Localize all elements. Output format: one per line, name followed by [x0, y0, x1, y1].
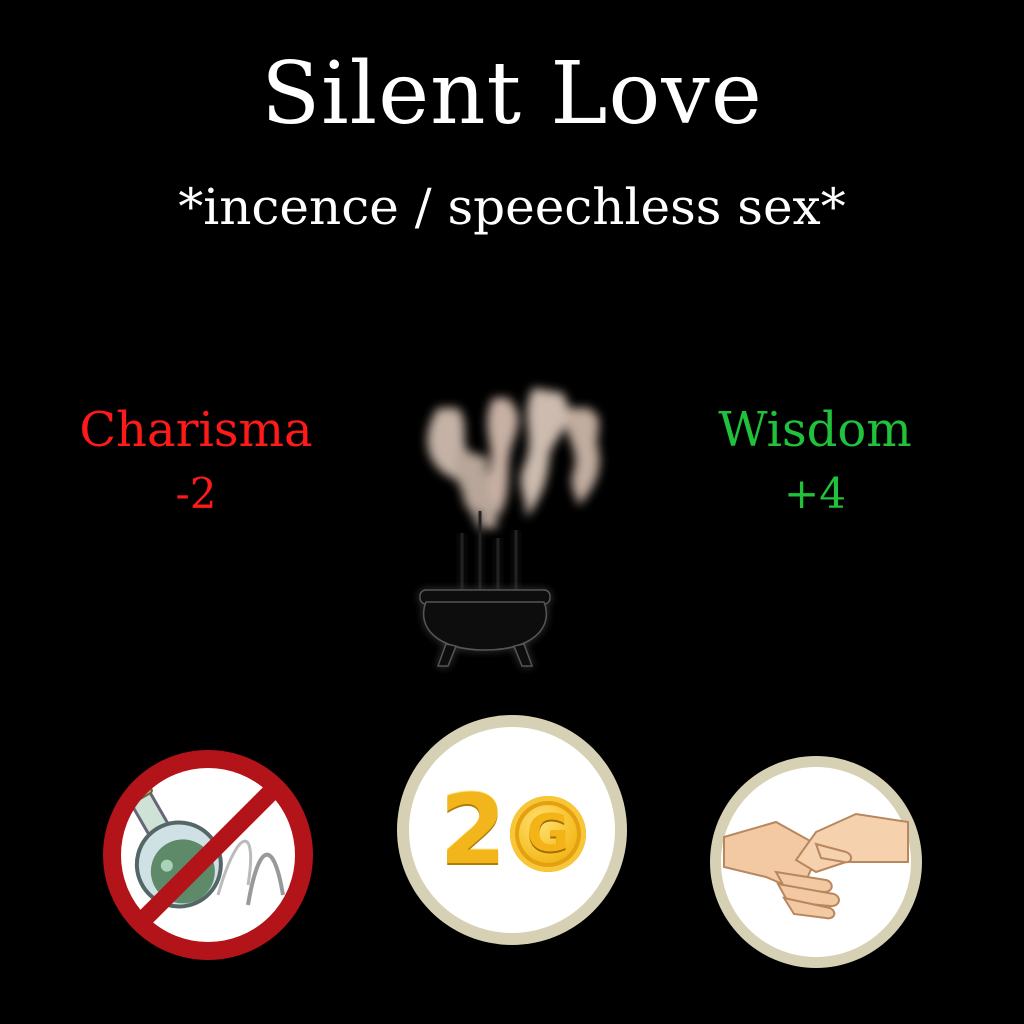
stat-wisdom: Wisdom +4 [665, 398, 965, 526]
card: Silent Love *incence / speechless sex* C… [0, 0, 1024, 1024]
incense-cauldron-icon [419, 388, 600, 667]
card-subtitle: *incence / speechless sex* [178, 178, 846, 236]
stat-wisdom-name: Wisdom [718, 402, 912, 458]
stat-charisma: Charisma -2 [46, 398, 346, 526]
card-title: Silent Love [261, 44, 763, 144]
stat-charisma-value: -2 [175, 469, 217, 518]
stat-charisma-name: Charisma [79, 402, 313, 458]
cost-badge: 2 G [392, 710, 632, 950]
gold-coin-icon: G [510, 796, 586, 872]
handshake-icon [710, 756, 922, 968]
no-potion-icon [103, 750, 313, 960]
cost-value: 2 [439, 774, 507, 886]
stat-wisdom-value: +4 [784, 469, 846, 518]
